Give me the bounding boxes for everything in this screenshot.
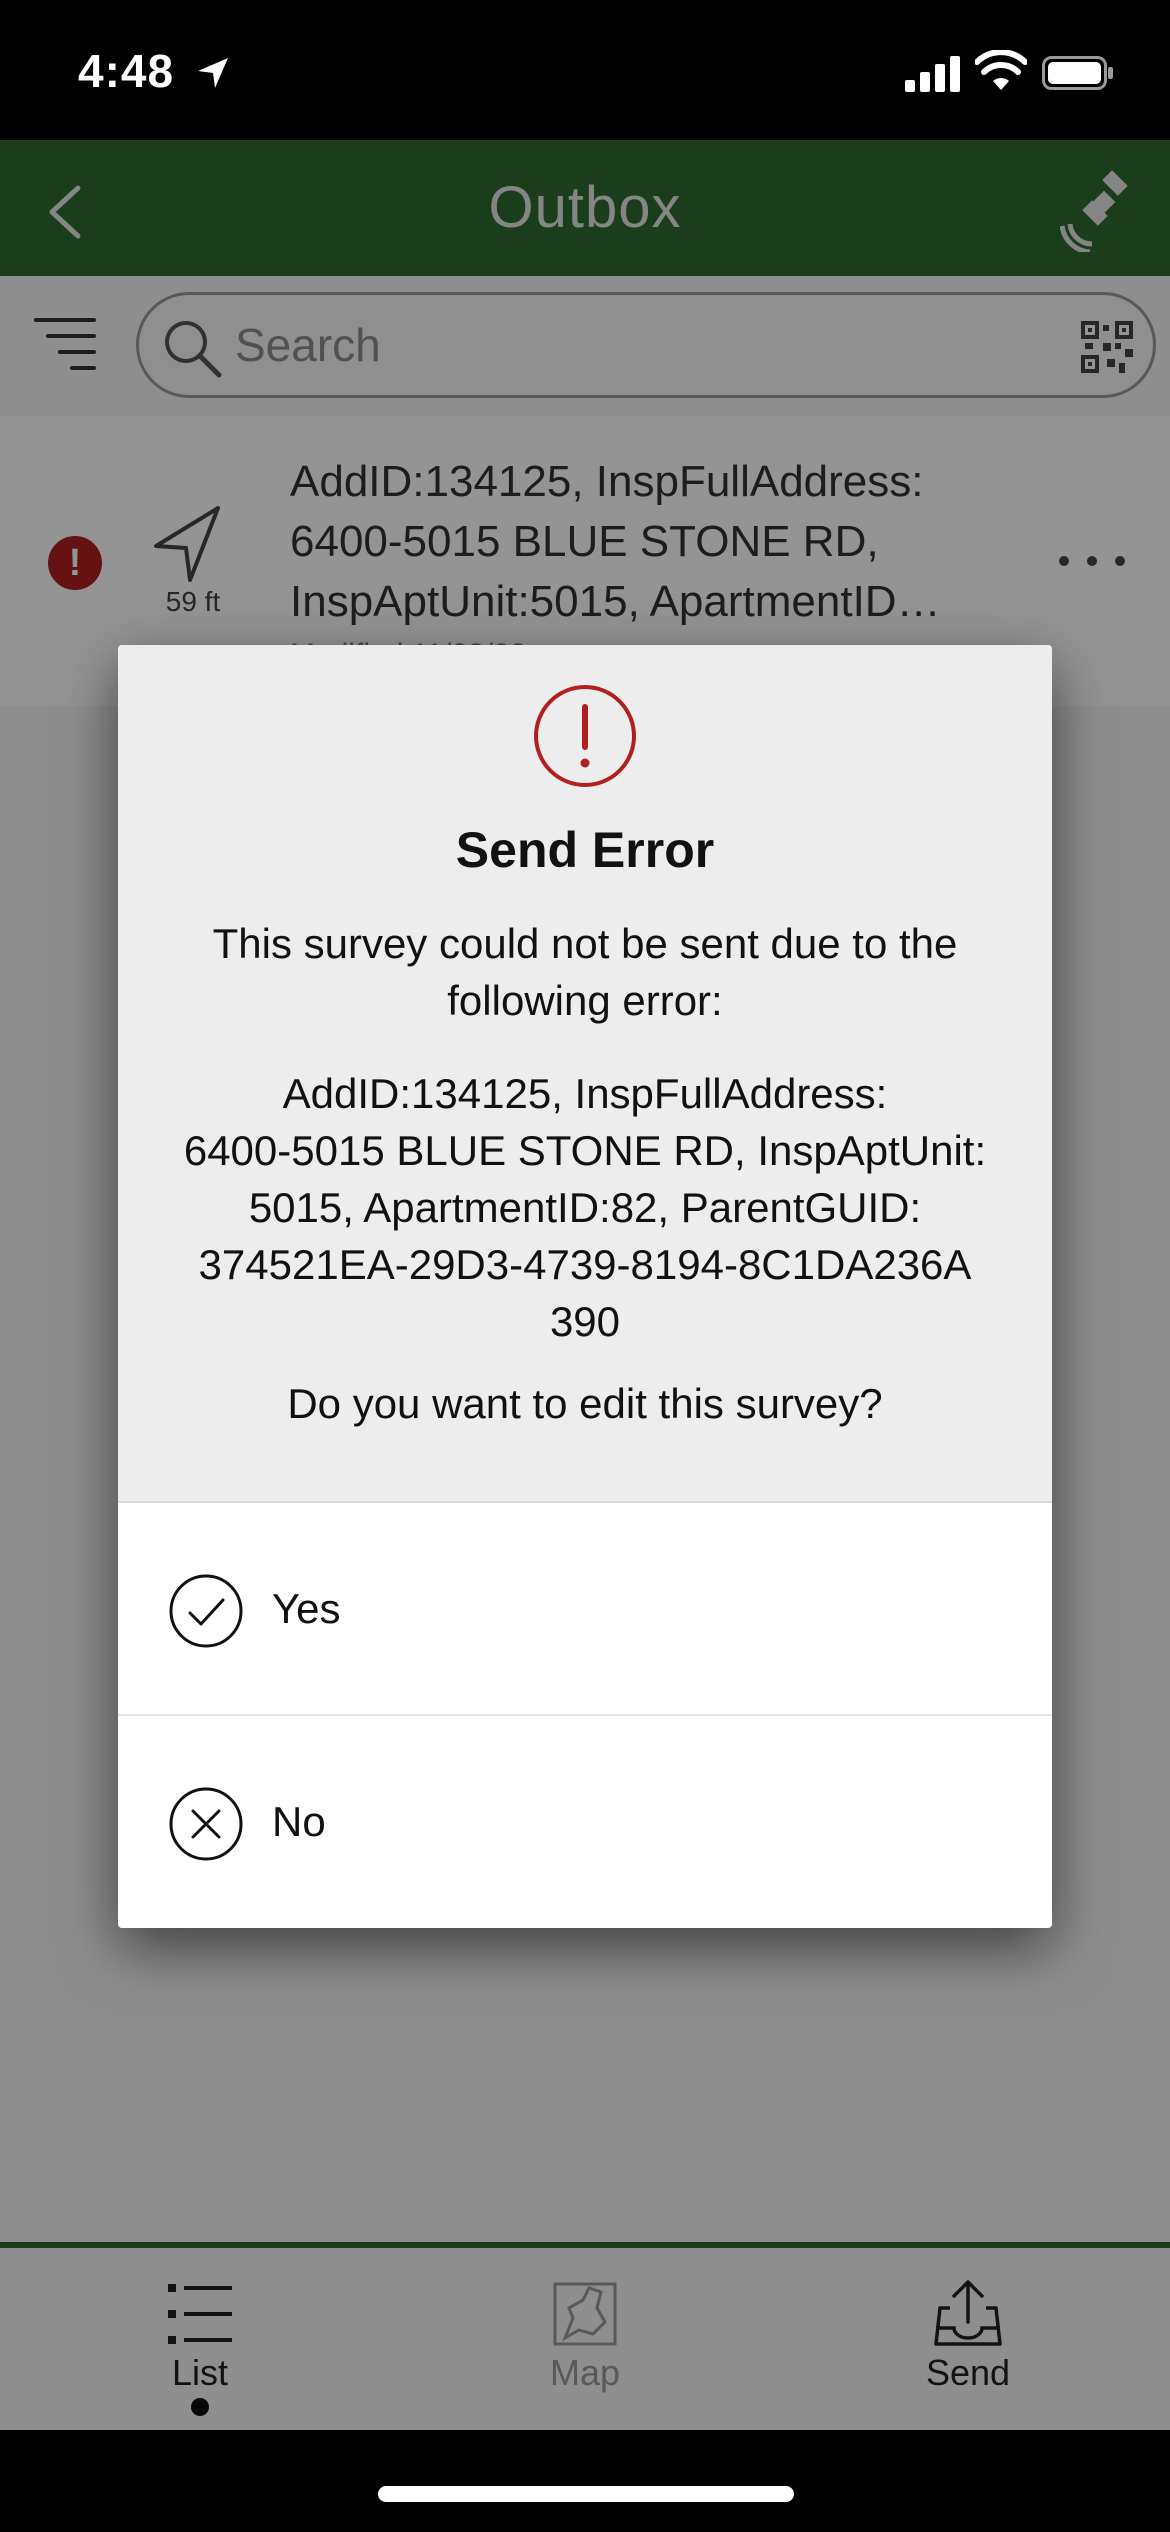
status-time: 4:48 (78, 45, 175, 97)
check-circle-icon (169, 1574, 243, 1648)
dialog-title: Send Error (455, 822, 715, 878)
error-detail-line: 5015, ApartmentID:82, ParentGUID: (248, 1184, 922, 1231)
dialog-message: This survey could not be sent due to the… (212, 920, 958, 1024)
yes-button[interactable]: Yes (118, 1501, 1052, 1713)
no-button[interactable]: No (118, 1714, 1052, 1926)
status-bar: 4:48 (0, 0, 1170, 140)
dialog-error-detail: AddID:134125, InspFullAddress: 6400-5015… (148, 1065, 1022, 1350)
error-detail-line: AddID:134125, InspFullAddress: (282, 1070, 888, 1117)
dialog-header: Send Error This survey could not be sent… (118, 645, 1052, 1501)
signal-icon (905, 56, 960, 92)
error-detail-line: 374521EA-29D3-4739-8194-8C1DA236A (198, 1241, 972, 1288)
home-indicator-area (0, 2430, 1170, 2532)
error-circle-icon (534, 685, 636, 787)
wifi-icon (975, 50, 1027, 90)
yes-label: Yes (272, 1585, 341, 1632)
close-circle-icon (169, 1787, 243, 1861)
error-detail-line: 390 (549, 1298, 621, 1345)
send-error-dialog: Send Error This survey could not be sent… (118, 645, 1052, 1928)
location-arrow-icon (198, 58, 228, 88)
error-detail-line: 6400-5015 BLUE STONE RD, InspAptUnit: (183, 1127, 987, 1174)
dialog-question: Do you want to edit this survey? (287, 1380, 883, 1427)
home-indicator[interactable] (378, 2486, 794, 2502)
battery-icon (1042, 56, 1113, 90)
no-label: No (272, 1798, 326, 1845)
